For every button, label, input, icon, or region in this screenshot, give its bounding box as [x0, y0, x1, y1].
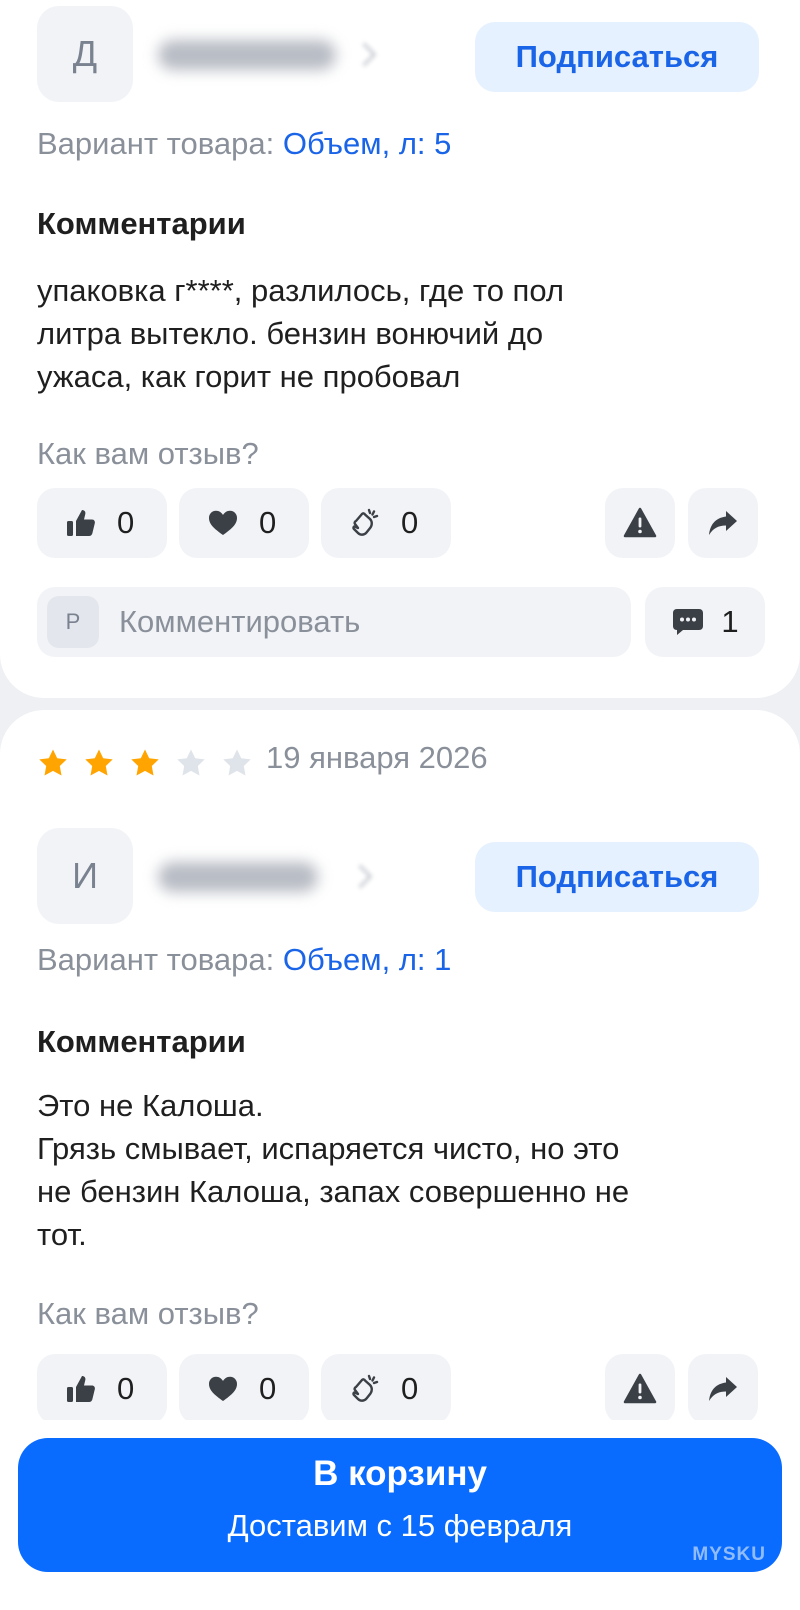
clap-icon: [352, 1374, 379, 1402]
comments-title: Комментарии: [37, 1024, 246, 1059]
star-filled-icon: [131, 749, 159, 776]
star-empty-icon: [223, 749, 251, 776]
share-button[interactable]: [688, 1354, 758, 1424]
user-avatar: Р: [47, 596, 99, 648]
bottom-action-bar: В корзину Доставим с 15 февраля MYSKU: [0, 1420, 800, 1584]
chevron-right-icon: [348, 864, 373, 889]
watermark: MYSKU: [692, 1544, 766, 1565]
warning-icon: [623, 1373, 657, 1404]
like-count: 0: [117, 1371, 135, 1406]
like-button[interactable]: 0: [37, 488, 167, 558]
heart-count: 0: [259, 505, 277, 540]
clap-button[interactable]: 0: [321, 488, 451, 558]
thumbs-up-icon: [67, 1376, 95, 1402]
avatar-letter: Д: [72, 33, 98, 74]
delivery-date: Доставим с 15 февраля: [227, 1508, 573, 1543]
report-button[interactable]: [605, 488, 675, 558]
review-text: Это не Калоша. Грязь смывает, испаряется…: [37, 1088, 630, 1252]
heart-icon: [209, 1376, 237, 1401]
share-arrow-icon: [709, 1377, 737, 1401]
comments-count: 1: [721, 604, 739, 639]
rating-stars: [37, 747, 267, 779]
comments-title: Комментарии: [37, 206, 246, 241]
variant-label: Вариант товара:: [37, 942, 275, 977]
clap-icon: [352, 508, 379, 536]
variant-label: Вариант товара:: [37, 126, 275, 161]
like-count: 0: [117, 505, 135, 540]
avatar-letter: И: [72, 855, 98, 896]
warning-icon: [623, 507, 657, 538]
share-button[interactable]: [688, 488, 758, 558]
star-filled-icon: [39, 749, 67, 776]
rate-review-label: Как вам отзыв?: [37, 1296, 259, 1331]
review-card: Д Подписаться Вариант товара: Объем, л: …: [0, 0, 800, 698]
reviewer-name-blurred[interactable]: [158, 40, 336, 70]
like-button[interactable]: 0: [37, 1354, 167, 1424]
thumbs-up-icon: [67, 510, 95, 536]
clap-count: 0: [401, 505, 419, 540]
subscribe-button[interactable]: Подписаться: [475, 842, 759, 912]
heart-button[interactable]: 0: [179, 1354, 309, 1424]
product-variant: Вариант товара: Объем, л: 1: [37, 942, 451, 978]
share-arrow-icon: [709, 511, 737, 535]
comment-input[interactable]: Р Комментировать: [37, 587, 631, 657]
variant-value[interactable]: Объем, л: 1: [283, 942, 452, 977]
review-date: 19 января 2026: [266, 740, 488, 775]
star-filled-icon: [85, 749, 113, 776]
comment-bubble-icon: [673, 609, 704, 635]
reviewer-avatar[interactable]: Д: [37, 6, 133, 102]
subscribe-button[interactable]: Подписаться: [475, 22, 759, 92]
clap-button[interactable]: 0: [321, 1354, 451, 1424]
heart-icon: [209, 510, 237, 535]
product-variant: Вариант товара: Объем, л: 5: [37, 126, 451, 162]
reviewer-avatar[interactable]: И: [37, 828, 133, 924]
add-to-cart-button[interactable]: В корзину Доставим с 15 февраля MYSKU: [18, 1438, 782, 1572]
reviewer-name-blurred[interactable]: [158, 862, 318, 892]
review-text: упаковка г****, разлилось, где то пол ли…: [37, 273, 564, 394]
heart-count: 0: [259, 1371, 277, 1406]
report-button[interactable]: [605, 1354, 675, 1424]
rate-review-label: Как вам отзыв?: [37, 436, 259, 471]
variant-value[interactable]: Объем, л: 5: [283, 126, 452, 161]
chevron-right-icon: [352, 42, 377, 67]
heart-button[interactable]: 0: [179, 488, 309, 558]
clap-count: 0: [401, 1371, 419, 1406]
comments-count-button[interactable]: 1: [645, 587, 765, 657]
star-empty-icon: [177, 749, 205, 776]
comment-placeholder: Комментировать: [119, 604, 361, 639]
add-to-cart-label: В корзину: [313, 1454, 487, 1493]
